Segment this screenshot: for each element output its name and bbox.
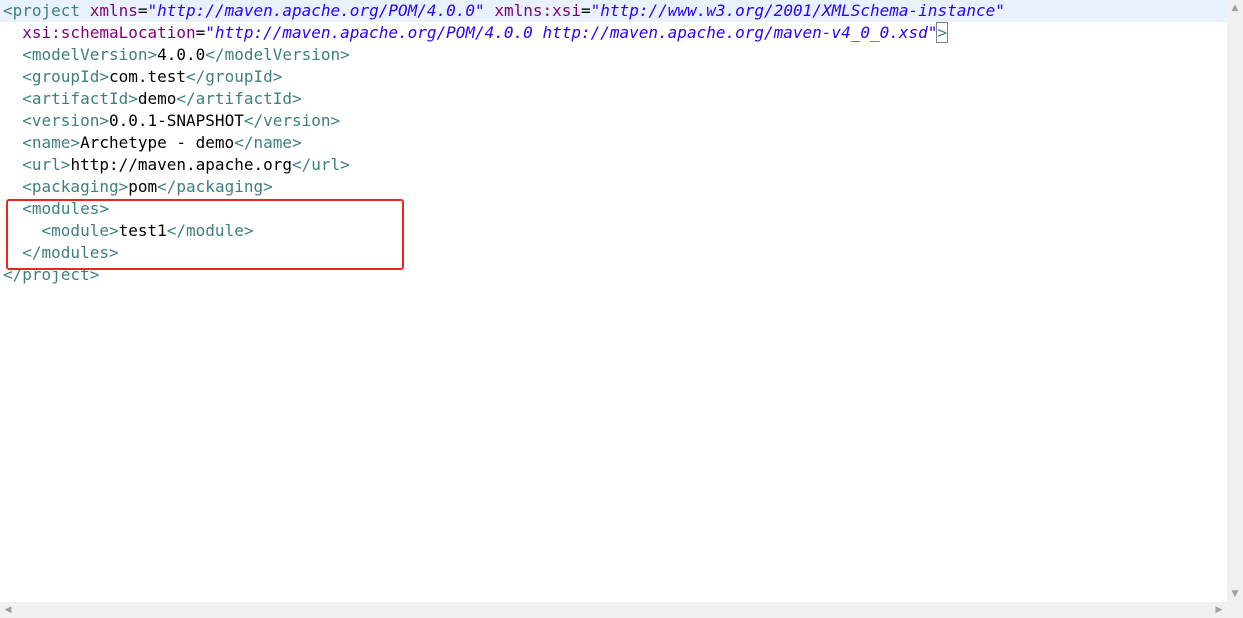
code-line[interactable]: <modules>: [3, 198, 1227, 220]
code-token: <modules>: [22, 199, 109, 218]
code-token: com.test: [108, 67, 187, 86]
code-token: <version>: [22, 111, 109, 130]
code-token: =: [581, 1, 591, 20]
code-token: <url>: [22, 155, 71, 174]
code-line[interactable]: <module>test1</module>: [3, 220, 1227, 242]
code-token: 4.0.0: [157, 45, 206, 64]
code-token: Archetype - demo: [80, 133, 235, 152]
code-line[interactable]: <packaging>pom</packaging>: [3, 176, 1227, 198]
code-token: </url>: [292, 155, 350, 174]
up-arrow-icon[interactable]: ▲: [1227, 0, 1243, 16]
code-token: <groupId>: [22, 67, 109, 86]
code-token: </artifactId>: [176, 89, 302, 108]
code-line[interactable]: <modelVersion>4.0.0</modelVersion>: [3, 44, 1227, 66]
code-token: =: [137, 1, 148, 20]
xml-editor[interactable]: <project xmlns="http://maven.apache.org/…: [0, 0, 1227, 602]
code-token: </project>: [3, 265, 100, 284]
code-token: "http://www.w3.org/2001/XMLSchema-instan…: [590, 1, 1005, 20]
code-line[interactable]: </project>: [3, 264, 1227, 286]
code-line[interactable]: <project xmlns="http://maven.apache.org/…: [0, 0, 1227, 22]
code-token: </modules>: [22, 243, 119, 262]
code-token: "http://maven.apache.org/POM/4.0.0 http:…: [205, 23, 938, 42]
code-token: xmlns: [89, 1, 138, 20]
code-token: =: [195, 23, 206, 42]
code-token: http://maven.apache.org: [70, 155, 292, 174]
code-token: test1: [118, 221, 167, 240]
code-token: </groupId>: [186, 67, 283, 86]
horizontal-scrollbar[interactable]: ◀ ▶: [0, 602, 1227, 618]
code-token: pom: [128, 177, 158, 196]
code-token: </packaging>: [157, 177, 273, 196]
code-line[interactable]: <artifactId>demo</artifactId>: [3, 88, 1227, 110]
scrollbar-corner: [1227, 602, 1243, 618]
code-token: <modelVersion>: [22, 45, 158, 64]
down-arrow-icon[interactable]: ▼: [1227, 586, 1243, 602]
code-token: "http://maven.apache.org/POM/4.0.0": [147, 1, 485, 20]
left-arrow-icon[interactable]: ◀: [0, 602, 16, 618]
code-line[interactable]: </modules>: [3, 242, 1227, 264]
code-line[interactable]: <url>http://maven.apache.org</url>: [3, 154, 1227, 176]
code-area[interactable]: <project xmlns="http://maven.apache.org/…: [0, 0, 1227, 286]
code-token: <module>: [41, 221, 119, 240]
code-line[interactable]: <version>0.0.1-SNAPSHOT</version>: [3, 110, 1227, 132]
code-token: </name>: [234, 133, 302, 152]
code-token: >: [936, 22, 948, 43]
code-line[interactable]: <groupId>com.test</groupId>: [3, 66, 1227, 88]
code-token: </module>: [166, 221, 254, 240]
code-token: 0.0.1-SNAPSHOT: [108, 111, 244, 130]
code-token: <packaging>: [22, 177, 129, 196]
code-token: </modelVersion>: [205, 45, 350, 64]
vertical-scrollbar[interactable]: ▲ ▼: [1227, 0, 1243, 602]
code-line[interactable]: <name>Archetype - demo</name>: [3, 132, 1227, 154]
code-token: </version>: [243, 111, 341, 130]
code-token: <name>: [22, 133, 81, 152]
right-arrow-icon[interactable]: ▶: [1211, 602, 1227, 618]
code-token: <project: [3, 1, 90, 20]
code-token: xsi:schemaLocation: [22, 23, 196, 42]
code-token: xmlns:xsi: [494, 1, 582, 20]
code-line[interactable]: xsi:schemaLocation="http://maven.apache.…: [3, 22, 1227, 44]
code-token: <artifactId>: [22, 89, 138, 108]
code-token: demo: [137, 89, 177, 108]
